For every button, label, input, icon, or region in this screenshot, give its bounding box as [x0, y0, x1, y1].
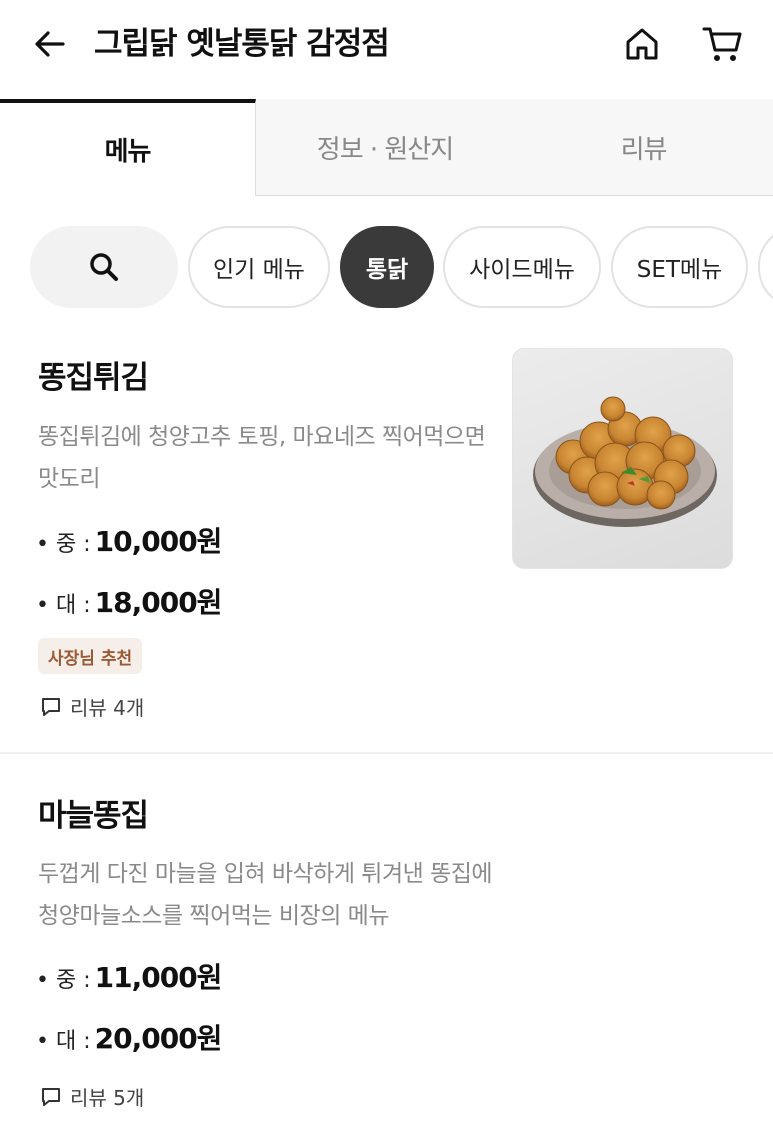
description-line: 똥집튀김에 청양고추 토핑, 마요네즈 찍어먹으면: [38, 424, 486, 450]
tab-info-origin[interactable]: 정보 · 원산지: [256, 99, 514, 196]
price-size-label: • 중 :: [36, 968, 91, 993]
fried-gizzard-plate-image: [533, 396, 717, 527]
menu-item[interactable]: 마늘똥집 두껍게 다진 마늘을 입혀 바삭하게 튀겨낸 똥집에 청양마늘소스를 …: [0, 756, 773, 1134]
home-button[interactable]: [619, 21, 665, 67]
price-value: 18,000원: [94, 586, 223, 619]
review-count: 리뷰 5개: [40, 1082, 144, 1111]
price-row-large: • 대 : 18,000원: [36, 581, 223, 621]
category-chip-popular[interactable]: 인기 메뉴: [188, 226, 330, 308]
price-size-label: • 대 :: [36, 593, 91, 618]
speech-bubble-icon: [42, 1087, 60, 1106]
description-line: 맛도리: [38, 466, 100, 492]
price-value: 11,000원: [94, 961, 223, 994]
price-row-medium: • 중 : 10,000원: [36, 520, 223, 560]
search-icon: [90, 253, 118, 281]
category-chip-side-menu[interactable]: 사이드메뉴: [443, 226, 601, 308]
category-chip-whole-chicken[interactable]: 통닭: [340, 226, 434, 308]
tab-review[interactable]: 리뷰: [514, 99, 773, 196]
menu-item-description: 똥집튀김에 청양고추 토핑, 마요네즈 찍어먹으면 맛도리: [38, 416, 486, 500]
owner-recommend-badge: 사장님 추천: [38, 638, 143, 674]
review-count: 리뷰 4개: [40, 692, 144, 721]
price-value: 10,000원: [94, 525, 223, 558]
menu-item-name: 마늘똥집: [38, 798, 149, 834]
price-size-label: • 대 :: [36, 1029, 91, 1054]
menu-search-button[interactable]: [30, 226, 178, 308]
arrow-left-icon: [35, 31, 65, 57]
home-icon: [626, 28, 658, 60]
cart-button[interactable]: [698, 21, 748, 67]
description-line: 청양마늘소스를 찍어먹는 비장의 메뉴: [38, 903, 390, 929]
review-count-label: 리뷰 5개: [70, 1086, 145, 1110]
menu-item-photo[interactable]: [512, 348, 733, 569]
menu-item[interactable]: 똥집튀김 똥집튀김에 청양고추 토핑, 마요네즈 찍어먹으면 맛도리 • 중 :…: [0, 330, 773, 754]
menu-item-name: 똥집튀김: [38, 360, 149, 396]
menu-item-description: 두껍게 다진 마늘을 입혀 바삭하게 튀겨낸 똥집에 청양마늘소스를 찍어먹는 …: [38, 853, 493, 937]
tab-menu[interactable]: 메뉴: [0, 99, 256, 196]
price-row-large: • 대 : 20,000원: [36, 1017, 223, 1057]
category-chip-next[interactable]: [758, 226, 773, 308]
store-title: 그립닭 옛날통닭 감정점: [94, 26, 390, 62]
price-row-medium: • 중 : 11,000원: [36, 956, 223, 996]
back-button[interactable]: [28, 22, 72, 66]
speech-bubble-icon: [42, 697, 60, 716]
cart-icon: [702, 27, 742, 61]
description-line: 두껍게 다진 마늘을 입혀 바삭하게 튀겨낸 똥집에: [38, 861, 493, 887]
store-tabs: 메뉴 정보 · 원산지 리뷰: [0, 99, 773, 196]
review-count-label: 리뷰 4개: [70, 696, 145, 720]
category-chips: 인기 메뉴 통닭 사이드메뉴 SET메뉴: [0, 224, 773, 310]
price-value: 20,000원: [94, 1022, 223, 1055]
category-chip-set-menu[interactable]: SET메뉴: [611, 226, 748, 308]
price-size-label: • 중 :: [36, 532, 91, 557]
app-header: 그립닭 옛날통닭 감정점: [0, 0, 773, 90]
